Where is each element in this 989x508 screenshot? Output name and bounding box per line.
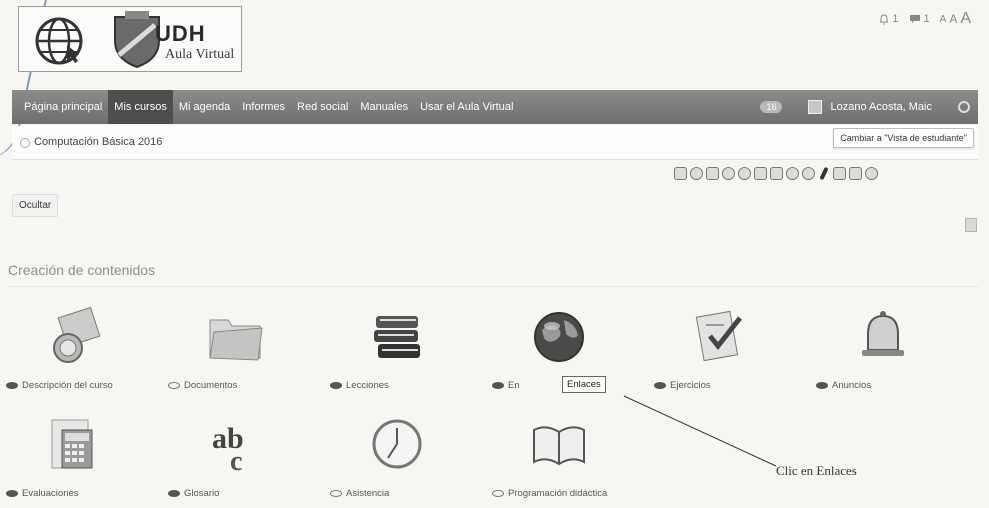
annotation-text: Clic en Enlaces	[776, 463, 857, 478]
callout-arrow-line	[623, 395, 777, 467]
